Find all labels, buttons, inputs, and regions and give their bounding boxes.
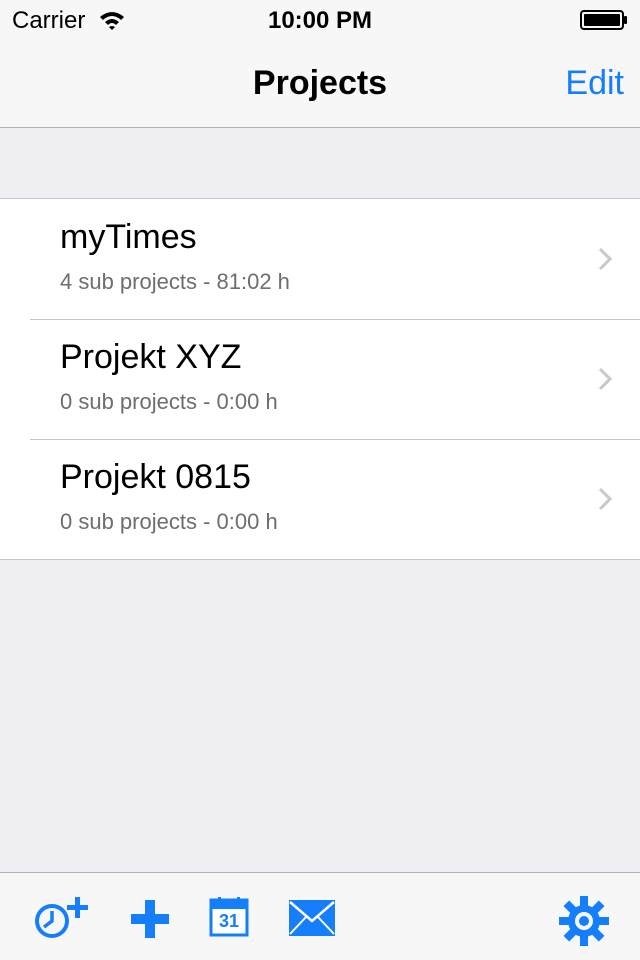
project-row-mytimes[interactable]: myTimes 4 sub projects - 81:02 h	[0, 199, 640, 319]
add-time-clock-icon[interactable]	[34, 895, 94, 941]
navigation-bar: Projects Edit	[0, 40, 640, 128]
calendar-button[interactable]: 31	[209, 897, 249, 937]
project-row-projekt-xyz[interactable]: Projekt XYZ 0 sub projects - 0:00 h	[0, 319, 640, 439]
project-name: Projekt 0815	[60, 458, 251, 496]
calendar-day-label: 31	[218, 911, 240, 931]
chevron-right-icon	[598, 367, 612, 391]
project-name: myTimes	[60, 218, 197, 256]
project-details: 4 sub projects - 81:02 h	[60, 269, 290, 294]
project-row-projekt-0815[interactable]: Projekt 0815 0 sub projects - 0:00 h	[0, 439, 640, 559]
edit-button[interactable]: Edit	[565, 64, 624, 103]
bottom-toolbar: 31	[0, 872, 640, 960]
project-details: 0 sub projects - 0:00 h	[60, 389, 278, 414]
status-bar: Carrier 10:00 PM	[0, 0, 640, 40]
gear-icon[interactable]	[558, 895, 610, 947]
battery-icon	[580, 10, 627, 30]
project-name: Projekt XYZ	[60, 338, 242, 376]
mail-icon[interactable]	[288, 899, 336, 937]
status-time: 10:00 PM	[267, 7, 373, 34]
chevron-right-icon	[598, 487, 612, 511]
project-list: myTimes 4 sub projects - 81:02 h Projekt…	[0, 198, 640, 560]
page-title: Projects	[252, 64, 388, 102]
chevron-right-icon	[598, 247, 612, 271]
plus-icon[interactable]	[130, 899, 170, 939]
project-details: 0 sub projects - 0:00 h	[60, 509, 278, 534]
screen: Carrier 10:00 PM Projects Edit myTimes 4…	[0, 0, 640, 960]
